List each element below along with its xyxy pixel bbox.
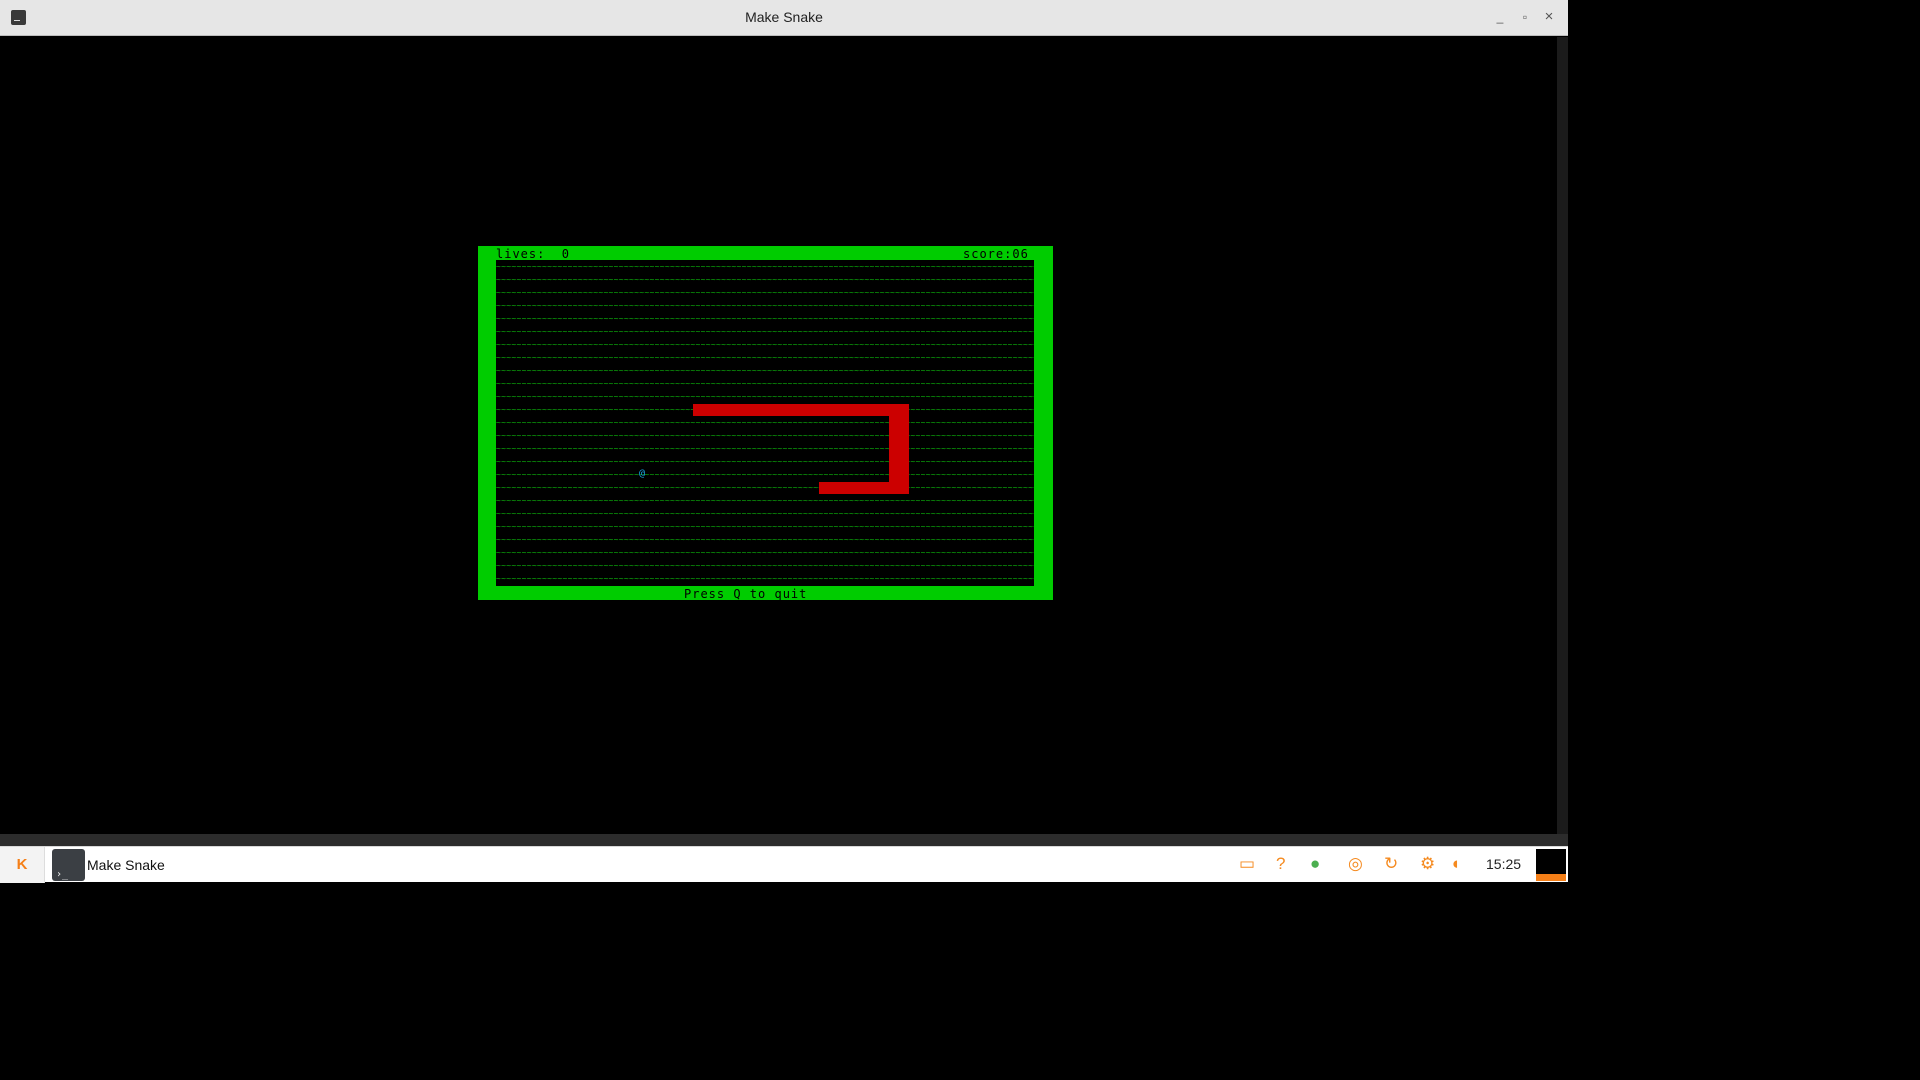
network-icon[interactable]: ◎: [1348, 855, 1363, 873]
quit-hint: Press Q to quit: [684, 587, 808, 601]
lives-counter: lives: 0: [496, 247, 571, 261]
snake-segment: [819, 482, 909, 494]
task-label: Make Snake: [87, 857, 165, 873]
food-item: @: [639, 468, 646, 479]
help-icon[interactable]: ?: [1276, 855, 1285, 873]
game-field: ~~~~~~~~~~~~~~~~~~~~~~~~~~~~~~~~~~~~~~~~…: [496, 260, 1034, 586]
clock[interactable]: 15:25: [1486, 856, 1521, 872]
display-icon[interactable]: ▭: [1239, 855, 1255, 873]
user-status-icon[interactable]: ●: [1310, 855, 1320, 873]
terminal-scrollbar[interactable]: [1557, 37, 1568, 834]
window-titlebar: Make Snake _ ▫ ×: [0, 0, 1568, 36]
close-button[interactable]: ×: [1540, 8, 1558, 26]
minimize-button[interactable]: _: [1491, 8, 1509, 26]
window-bottom-edge: [0, 834, 1568, 846]
snake-segment: [693, 404, 909, 416]
settings-icon[interactable]: ⚙: [1420, 855, 1435, 873]
score-counter: score:06: [963, 247, 1029, 261]
grass-pattern: ~~~~~~~~~~~~~~~~~~~~~~~~~~~~~~~~~~~~~~~~…: [496, 262, 1034, 583]
maximize-button[interactable]: ▫: [1516, 8, 1534, 26]
volume-icon[interactable]: ◖: [1450, 855, 1460, 873]
updater-icon[interactable]: ↻: [1384, 855, 1398, 873]
window-title: Make Snake: [745, 9, 823, 25]
show-desktop-button[interactable]: [1536, 849, 1566, 881]
taskbar: K Make Snake ▭ ? ● ◎ ↻ ⚙ ◖ 15:25: [0, 846, 1568, 883]
taskbar-task-make-snake[interactable]: Make Snake: [52, 848, 192, 882]
snake-segment: [889, 404, 909, 494]
terminal-icon: [52, 849, 85, 881]
start-menu-button[interactable]: K: [0, 847, 45, 883]
